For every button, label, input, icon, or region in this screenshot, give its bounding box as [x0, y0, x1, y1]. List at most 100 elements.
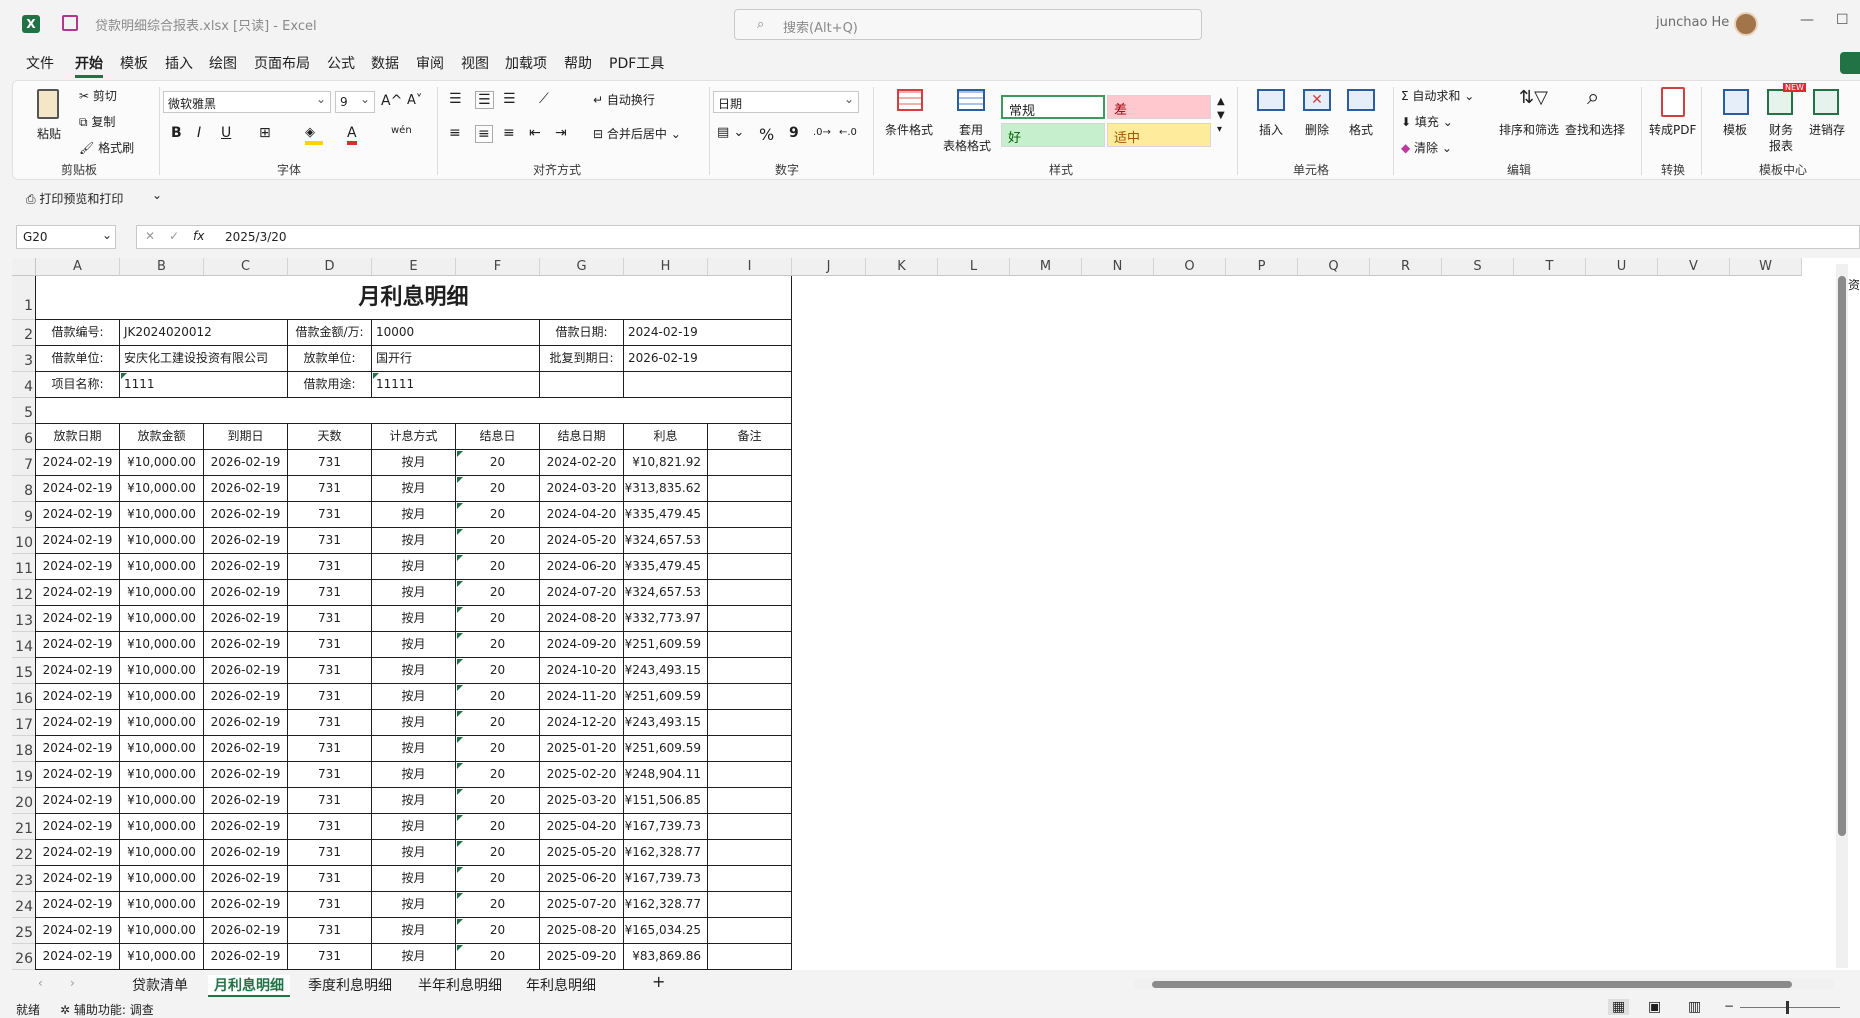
table-cell[interactable]: 2024-02-20 [540, 450, 624, 476]
column-header[interactable]: U [1586, 258, 1658, 276]
font-color-button[interactable]: A [347, 125, 357, 145]
row-header[interactable]: 12 [12, 580, 36, 606]
invoice-button[interactable]: 进销存 [1809, 121, 1845, 138]
column-header[interactable]: O [1154, 258, 1226, 276]
column-header[interactable]: L [938, 258, 1010, 276]
table-cell[interactable] [708, 866, 792, 892]
column-header[interactable]: J [792, 258, 866, 276]
page-break-icon[interactable]: ▥ [1688, 999, 1701, 1015]
table-cell[interactable]: ¥10,000.00 [120, 684, 204, 710]
table-cell[interactable] [708, 658, 792, 684]
row-header[interactable]: 9 [12, 502, 36, 528]
table-cell[interactable]: 20 [456, 892, 540, 918]
table-cell[interactable]: 按月 [372, 450, 456, 476]
clear-button[interactable]: ◆ 清除 ⌄ [1401, 139, 1452, 156]
column-header[interactable]: H [624, 258, 708, 276]
table-cell[interactable]: 2025-03-20 [540, 788, 624, 814]
table-cell[interactable]: 20 [456, 450, 540, 476]
format-cells-button[interactable]: 格式 [1349, 121, 1373, 138]
table-cell[interactable]: 2024-03-20 [540, 476, 624, 502]
row-header[interactable]: 2 [12, 320, 36, 346]
wrap-text-button[interactable]: ↵ 自动换行 [593, 91, 655, 108]
bold-button[interactable]: B [171, 125, 182, 141]
info-value[interactable]: 1111 [120, 372, 288, 398]
table-cell[interactable] [708, 892, 792, 918]
table-cell[interactable]: 20 [456, 944, 540, 970]
table-cell[interactable]: ¥10,000.00 [120, 580, 204, 606]
table-cell[interactable]: 2026-02-19 [204, 710, 288, 736]
column-header[interactable]: T [1514, 258, 1586, 276]
row-header[interactable]: 5 [12, 398, 36, 424]
column-header[interactable]: W [1730, 258, 1802, 276]
table-cell[interactable]: 按月 [372, 814, 456, 840]
finance-report-button-line1[interactable]: 财务 [1769, 121, 1793, 138]
border-icon[interactable]: ⊞ [259, 125, 271, 141]
formula-input-area[interactable]: ✕ ✓ fx 2025/3/20 [136, 225, 1860, 249]
tab-pdf-tools[interactable]: PDF工具 [609, 53, 664, 73]
table-cell[interactable] [708, 710, 792, 736]
info-label[interactable]: 项目名称: [36, 372, 120, 398]
table-cell[interactable]: 20 [456, 684, 540, 710]
shrink-font-button[interactable]: A˅ [407, 93, 422, 108]
table-cell[interactable]: 20 [456, 762, 540, 788]
delete-cells-icon[interactable]: ✕ [1303, 89, 1331, 111]
sheet-tab-loans[interactable]: 贷款清单 [132, 975, 188, 995]
align-right-icon[interactable]: ≡ [503, 125, 515, 141]
prev-sheet-icon[interactable]: ‹ [38, 976, 43, 990]
row-header[interactable]: 14 [12, 632, 36, 658]
info-label[interactable] [540, 372, 624, 398]
row-header[interactable]: 21 [12, 814, 36, 840]
table-cell[interactable]: 2026-02-19 [204, 658, 288, 684]
table-cell[interactable]: ¥251,609.59 [624, 736, 708, 762]
grow-font-button[interactable]: A^ [381, 93, 402, 109]
table-cell[interactable]: 2024-02-19 [36, 710, 120, 736]
row-header[interactable]: 3 [12, 346, 36, 372]
paste-icon[interactable] [37, 89, 59, 119]
table-cell[interactable]: 20 [456, 580, 540, 606]
table-cell[interactable]: 2024-04-20 [540, 502, 624, 528]
table-cell[interactable]: 2026-02-19 [204, 450, 288, 476]
table-cell[interactable]: 2024-02-19 [36, 944, 120, 970]
row-header[interactable]: 15 [12, 658, 36, 684]
row-header[interactable]: 22 [12, 840, 36, 866]
paste-button[interactable]: 粘贴 [37, 125, 61, 142]
table-cell[interactable]: ¥10,000.00 [120, 736, 204, 762]
table-cell[interactable]: 731 [288, 580, 372, 606]
style-neutral[interactable]: 适中 [1107, 123, 1211, 147]
style-normal[interactable]: 常规 [1001, 95, 1105, 119]
convert-pdf-button[interactable]: 转成PDF [1649, 121, 1696, 138]
table-cell[interactable]: ¥335,479.45 [624, 554, 708, 580]
table-cell[interactable]: ¥165,034.25 [624, 918, 708, 944]
table-cell[interactable]: ¥162,328.77 [624, 892, 708, 918]
decrease-indent-icon[interactable]: ⇤ [529, 125, 541, 141]
table-cell[interactable]: 2026-02-19 [204, 736, 288, 762]
table-cell[interactable]: 2025-04-20 [540, 814, 624, 840]
tab-template[interactable]: 模板 [120, 53, 148, 73]
column-header[interactable]: C [204, 258, 288, 276]
table-cell[interactable]: 2024-02-19 [36, 840, 120, 866]
find-select-button[interactable]: 查找和选择 [1565, 121, 1625, 138]
table-cell[interactable]: 2024-02-19 [36, 736, 120, 762]
italic-button[interactable]: I [197, 125, 201, 141]
table-cell[interactable]: ¥324,657.53 [624, 580, 708, 606]
format-cells-icon[interactable] [1347, 89, 1375, 111]
table-cell[interactable]: 20 [456, 866, 540, 892]
table-cell[interactable]: 按月 [372, 528, 456, 554]
table-cell[interactable]: 731 [288, 788, 372, 814]
table-cell[interactable]: 731 [288, 866, 372, 892]
table-cell[interactable]: ¥243,493.15 [624, 658, 708, 684]
percent-button[interactable]: % [759, 125, 774, 144]
column-header[interactable]: P [1226, 258, 1298, 276]
table-cell[interactable]: 2026-02-19 [204, 580, 288, 606]
table-cell[interactable]: ¥10,000.00 [120, 476, 204, 502]
format-table-icon[interactable] [957, 89, 985, 111]
finance-report-button-line2[interactable]: 报表 [1769, 137, 1793, 154]
table-cell[interactable]: ¥10,000.00 [120, 840, 204, 866]
table-cell[interactable]: 731 [288, 606, 372, 632]
table-cell[interactable]: 2026-02-19 [204, 476, 288, 502]
info-value[interactable]: 10000 [372, 320, 540, 346]
table-cell[interactable]: 2024-02-19 [36, 632, 120, 658]
table-cell[interactable]: ¥313,835.62 [624, 476, 708, 502]
table-cell[interactable]: ¥251,609.59 [624, 684, 708, 710]
table-cell[interactable]: ¥10,000.00 [120, 658, 204, 684]
